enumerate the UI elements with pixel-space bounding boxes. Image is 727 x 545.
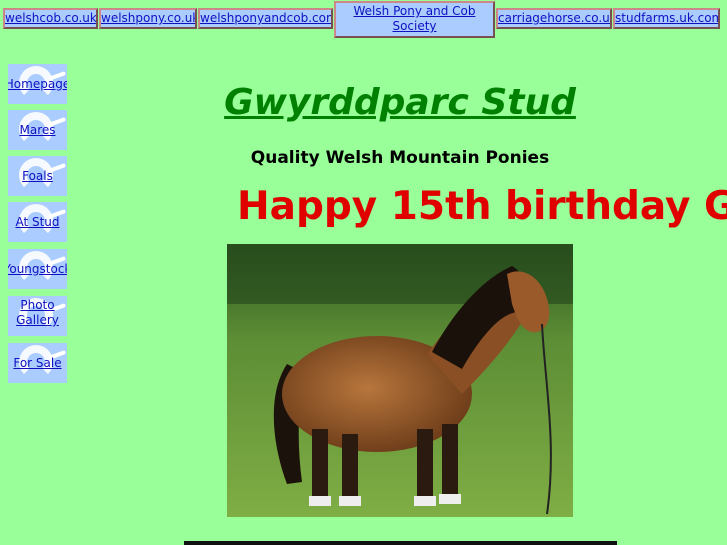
nav-foals[interactable]: Foals [8, 156, 67, 196]
nav-photo-gallery-label: Photo Gallery [16, 298, 59, 327]
top-link-carriagehorse[interactable]: carriagehorse.co.uk [496, 8, 612, 29]
bottom-divider [184, 541, 617, 545]
nav-for-sale-label: For Sale [13, 356, 62, 370]
nav-mares[interactable]: Mares [8, 110, 67, 150]
nav-foals-label: Foals [22, 169, 53, 183]
top-link-welshpony[interactable]: welshpony.co.uk [99, 8, 197, 29]
top-link-wpcs-label: Welsh Pony and Cob Society [353, 4, 476, 33]
page-title: Gwyrddparc Stud [224, 82, 576, 123]
top-link-welshponyandcob[interactable]: welshponyandcob.com [198, 8, 333, 29]
nav-homepage[interactable]: Homepage [8, 64, 67, 104]
nav-at-stud-label: At Stud [15, 215, 60, 229]
birthday-marquee: Happy 15th birthday G [237, 184, 727, 229]
nav-homepage-label: Homepage [8, 77, 67, 91]
top-link-studfarms[interactable]: studfarms.uk.com [613, 8, 720, 29]
top-link-welshcob[interactable]: welshcob.co.uk [3, 8, 98, 29]
nav-at-stud[interactable]: At Stud [8, 202, 67, 242]
top-link-wpcs[interactable]: Welsh Pony and Cob Society [334, 1, 495, 38]
nav-mares-label: Mares [19, 123, 56, 137]
page-subtitle: Quality Welsh Mountain Ponies [250, 148, 550, 168]
nav-youngstock[interactable]: Youngstock [8, 249, 67, 289]
nav-for-sale[interactable]: For Sale [8, 343, 67, 383]
pony-illustration [227, 244, 573, 517]
nav-photo-gallery[interactable]: Photo Gallery [8, 296, 67, 336]
pony-photo [227, 244, 573, 517]
nav-youngstock-label: Youngstock [8, 262, 67, 276]
